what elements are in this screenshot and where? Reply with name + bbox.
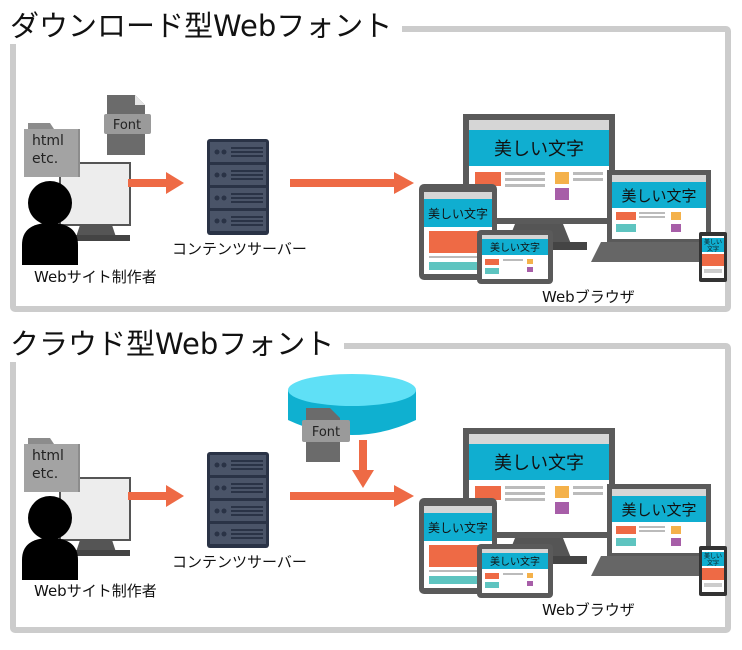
arrow-server-to-browser xyxy=(290,485,414,507)
arrow-creator-to-server xyxy=(128,485,184,507)
phone-screen-text-line2: 文字 xyxy=(707,559,719,567)
smartphone-icon: 美しい 文字 xyxy=(699,546,727,596)
arrow-creator-to-server xyxy=(128,172,184,194)
tablet-screen-text: 美しい文字 xyxy=(428,520,488,535)
folder-label-line1: html xyxy=(32,133,64,149)
web-creator-label: Webサイト制作者 xyxy=(34,268,157,286)
content-server-label: コンテンツサーバー xyxy=(172,240,307,258)
small-tablet-screen-text: 美しい文字 xyxy=(490,555,540,568)
phone-screen-text-line1: 美しい xyxy=(704,238,722,246)
web-creator-label: Webサイト制作者 xyxy=(34,582,157,600)
folder-label-line1: html xyxy=(32,448,64,464)
phone-screen-text-line1: 美しい xyxy=(704,552,722,560)
small-tablet-icon: 美しい文字 xyxy=(477,544,553,598)
font-file-icon: Font xyxy=(104,95,151,155)
small-tablet-icon: 美しい文字 xyxy=(477,230,553,284)
web-browser-label: Webブラウザ xyxy=(542,601,635,619)
tablet-screen-text: 美しい文字 xyxy=(428,206,488,221)
laptop-screen-text: 美しい文字 xyxy=(621,187,696,205)
cloud-font-file-label: Font xyxy=(312,425,340,440)
arrow-cloud-to-browser xyxy=(352,440,374,488)
web-browser-label: Webブラウザ xyxy=(542,288,635,306)
phone-screen-text-line2: 文字 xyxy=(707,245,719,253)
desktop-screen-text: 美しい文字 xyxy=(494,453,584,474)
browser-devices-illustration: 美しい文字 美しい文字 美しい文字 美しい文字 美しい 文字 xyxy=(419,114,727,284)
content-server-icon xyxy=(207,139,269,235)
download-webfont-title: ダウンロード型Webフォント xyxy=(6,8,403,44)
browser-devices-illustration: 美しい文字 美しい文字 美しい文字 美しい文字 美しい 文字 xyxy=(419,428,727,598)
content-server-label: コンテンツサーバー xyxy=(172,553,307,571)
cloud-webfont-title: クラウド型Webフォント xyxy=(6,326,345,362)
smartphone-icon: 美しい 文字 xyxy=(699,232,727,282)
laptop-screen-text: 美しい文字 xyxy=(621,501,696,519)
font-file-label: Font xyxy=(113,118,141,133)
desktop-screen-text: 美しい文字 xyxy=(494,139,584,160)
content-server-icon xyxy=(207,452,269,548)
arrow-server-to-browser xyxy=(290,172,414,194)
html-folder-icon: html etc. xyxy=(24,438,80,492)
html-folder-icon: html etc. xyxy=(24,123,80,177)
folder-label-line2: etc. xyxy=(32,466,58,482)
folder-label-line2: etc. xyxy=(32,151,58,167)
small-tablet-screen-text: 美しい文字 xyxy=(490,241,540,254)
